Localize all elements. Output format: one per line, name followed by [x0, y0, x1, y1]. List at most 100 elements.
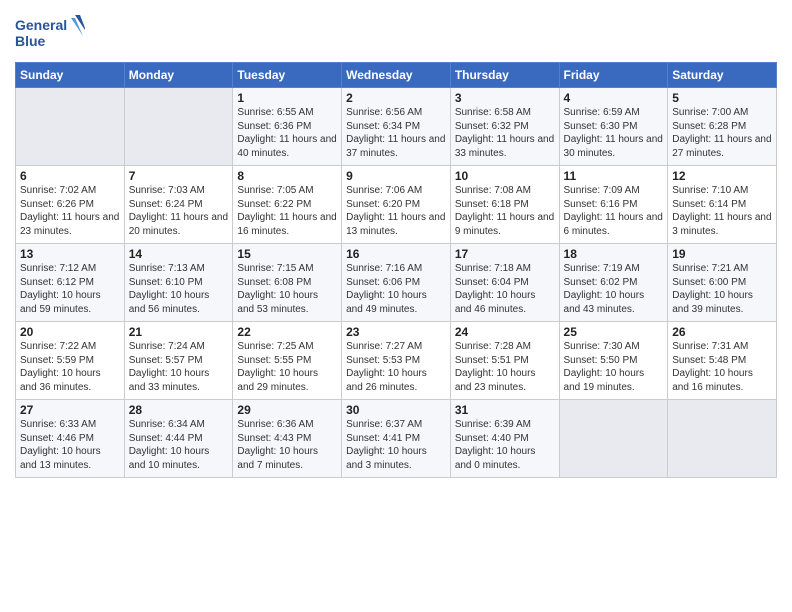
calendar-cell: 14Sunrise: 7:13 AMSunset: 6:10 PMDayligh… [124, 244, 233, 322]
calendar-cell: 24Sunrise: 7:28 AMSunset: 5:51 PMDayligh… [450, 322, 559, 400]
day-info: Sunrise: 6:33 AMSunset: 4:46 PMDaylight:… [20, 418, 120, 472]
day-number: 18 [564, 247, 664, 261]
day-info: Sunrise: 7:12 AMSunset: 6:12 PMDaylight:… [20, 262, 120, 316]
day-info: Sunrise: 7:30 AMSunset: 5:50 PMDaylight:… [564, 340, 664, 394]
calendar-cell: 23Sunrise: 7:27 AMSunset: 5:53 PMDayligh… [342, 322, 451, 400]
day-info: Sunrise: 7:02 AMSunset: 6:26 PMDaylight:… [20, 184, 120, 238]
day-number: 23 [346, 325, 446, 339]
day-info: Sunrise: 7:18 AMSunset: 6:04 PMDaylight:… [455, 262, 555, 316]
calendar-cell: 31Sunrise: 6:39 AMSunset: 4:40 PMDayligh… [450, 400, 559, 478]
day-number: 17 [455, 247, 555, 261]
logo: General Blue [15, 14, 85, 56]
day-number: 8 [237, 169, 337, 183]
logo-svg: General Blue [15, 14, 85, 56]
col-header-saturday: Saturday [668, 63, 777, 88]
calendar-header-row: SundayMondayTuesdayWednesdayThursdayFrid… [16, 63, 777, 88]
calendar-table: SundayMondayTuesdayWednesdayThursdayFrid… [15, 62, 777, 478]
day-number: 7 [129, 169, 229, 183]
day-info: Sunrise: 6:59 AMSunset: 6:30 PMDaylight:… [564, 106, 664, 160]
day-info: Sunrise: 6:56 AMSunset: 6:34 PMDaylight:… [346, 106, 446, 160]
calendar-cell: 29Sunrise: 6:36 AMSunset: 4:43 PMDayligh… [233, 400, 342, 478]
day-info: Sunrise: 7:10 AMSunset: 6:14 PMDaylight:… [672, 184, 772, 238]
day-info: Sunrise: 7:13 AMSunset: 6:10 PMDaylight:… [129, 262, 229, 316]
calendar-cell: 9Sunrise: 7:06 AMSunset: 6:20 PMDaylight… [342, 166, 451, 244]
day-number: 5 [672, 91, 772, 105]
calendar-week-row: 1Sunrise: 6:55 AMSunset: 6:36 PMDaylight… [16, 88, 777, 166]
calendar-cell: 25Sunrise: 7:30 AMSunset: 5:50 PMDayligh… [559, 322, 668, 400]
calendar-cell: 4Sunrise: 6:59 AMSunset: 6:30 PMDaylight… [559, 88, 668, 166]
calendar-cell: 1Sunrise: 6:55 AMSunset: 6:36 PMDaylight… [233, 88, 342, 166]
day-number: 19 [672, 247, 772, 261]
calendar-cell: 11Sunrise: 7:09 AMSunset: 6:16 PMDayligh… [559, 166, 668, 244]
calendar-cell: 6Sunrise: 7:02 AMSunset: 6:26 PMDaylight… [16, 166, 125, 244]
calendar-week-row: 20Sunrise: 7:22 AMSunset: 5:59 PMDayligh… [16, 322, 777, 400]
day-info: Sunrise: 6:36 AMSunset: 4:43 PMDaylight:… [237, 418, 337, 472]
day-info: Sunrise: 6:37 AMSunset: 4:41 PMDaylight:… [346, 418, 446, 472]
col-header-monday: Monday [124, 63, 233, 88]
calendar-cell: 27Sunrise: 6:33 AMSunset: 4:46 PMDayligh… [16, 400, 125, 478]
calendar-cell [16, 88, 125, 166]
day-info: Sunrise: 7:24 AMSunset: 5:57 PMDaylight:… [129, 340, 229, 394]
calendar-cell: 28Sunrise: 6:34 AMSunset: 4:44 PMDayligh… [124, 400, 233, 478]
calendar-cell: 8Sunrise: 7:05 AMSunset: 6:22 PMDaylight… [233, 166, 342, 244]
day-number: 21 [129, 325, 229, 339]
day-number: 9 [346, 169, 446, 183]
day-info: Sunrise: 7:00 AMSunset: 6:28 PMDaylight:… [672, 106, 772, 160]
day-number: 27 [20, 403, 120, 417]
day-number: 12 [672, 169, 772, 183]
day-info: Sunrise: 7:21 AMSunset: 6:00 PMDaylight:… [672, 262, 772, 316]
day-number: 2 [346, 91, 446, 105]
day-info: Sunrise: 7:05 AMSunset: 6:22 PMDaylight:… [237, 184, 337, 238]
day-number: 11 [564, 169, 664, 183]
day-number: 10 [455, 169, 555, 183]
day-number: 4 [564, 91, 664, 105]
calendar-cell: 20Sunrise: 7:22 AMSunset: 5:59 PMDayligh… [16, 322, 125, 400]
day-info: Sunrise: 6:55 AMSunset: 6:36 PMDaylight:… [237, 106, 337, 160]
day-info: Sunrise: 7:09 AMSunset: 6:16 PMDaylight:… [564, 184, 664, 238]
calendar-cell [559, 400, 668, 478]
day-info: Sunrise: 7:16 AMSunset: 6:06 PMDaylight:… [346, 262, 446, 316]
day-info: Sunrise: 7:06 AMSunset: 6:20 PMDaylight:… [346, 184, 446, 238]
svg-text:Blue: Blue [15, 33, 46, 49]
calendar-cell: 30Sunrise: 6:37 AMSunset: 4:41 PMDayligh… [342, 400, 451, 478]
page-container: General Blue SundayMondayTuesdayWednesda… [0, 0, 792, 488]
calendar-cell: 2Sunrise: 6:56 AMSunset: 6:34 PMDaylight… [342, 88, 451, 166]
day-info: Sunrise: 7:27 AMSunset: 5:53 PMDaylight:… [346, 340, 446, 394]
day-info: Sunrise: 7:08 AMSunset: 6:18 PMDaylight:… [455, 184, 555, 238]
day-info: Sunrise: 7:25 AMSunset: 5:55 PMDaylight:… [237, 340, 337, 394]
day-number: 13 [20, 247, 120, 261]
day-number: 22 [237, 325, 337, 339]
calendar-week-row: 27Sunrise: 6:33 AMSunset: 4:46 PMDayligh… [16, 400, 777, 478]
day-info: Sunrise: 7:19 AMSunset: 6:02 PMDaylight:… [564, 262, 664, 316]
calendar-week-row: 6Sunrise: 7:02 AMSunset: 6:26 PMDaylight… [16, 166, 777, 244]
day-number: 14 [129, 247, 229, 261]
day-number: 29 [237, 403, 337, 417]
col-header-tuesday: Tuesday [233, 63, 342, 88]
day-number: 24 [455, 325, 555, 339]
day-info: Sunrise: 7:03 AMSunset: 6:24 PMDaylight:… [129, 184, 229, 238]
day-number: 30 [346, 403, 446, 417]
calendar-cell: 15Sunrise: 7:15 AMSunset: 6:08 PMDayligh… [233, 244, 342, 322]
day-number: 20 [20, 325, 120, 339]
col-header-sunday: Sunday [16, 63, 125, 88]
day-number: 1 [237, 91, 337, 105]
calendar-cell: 7Sunrise: 7:03 AMSunset: 6:24 PMDaylight… [124, 166, 233, 244]
calendar-cell: 16Sunrise: 7:16 AMSunset: 6:06 PMDayligh… [342, 244, 451, 322]
day-info: Sunrise: 6:34 AMSunset: 4:44 PMDaylight:… [129, 418, 229, 472]
col-header-thursday: Thursday [450, 63, 559, 88]
day-info: Sunrise: 6:39 AMSunset: 4:40 PMDaylight:… [455, 418, 555, 472]
day-info: Sunrise: 7:28 AMSunset: 5:51 PMDaylight:… [455, 340, 555, 394]
day-info: Sunrise: 6:58 AMSunset: 6:32 PMDaylight:… [455, 106, 555, 160]
calendar-cell [668, 400, 777, 478]
day-info: Sunrise: 7:31 AMSunset: 5:48 PMDaylight:… [672, 340, 772, 394]
calendar-cell: 18Sunrise: 7:19 AMSunset: 6:02 PMDayligh… [559, 244, 668, 322]
day-number: 25 [564, 325, 664, 339]
calendar-week-row: 13Sunrise: 7:12 AMSunset: 6:12 PMDayligh… [16, 244, 777, 322]
calendar-cell: 19Sunrise: 7:21 AMSunset: 6:00 PMDayligh… [668, 244, 777, 322]
day-number: 31 [455, 403, 555, 417]
day-number: 15 [237, 247, 337, 261]
day-number: 3 [455, 91, 555, 105]
calendar-cell: 26Sunrise: 7:31 AMSunset: 5:48 PMDayligh… [668, 322, 777, 400]
day-number: 16 [346, 247, 446, 261]
calendar-cell: 17Sunrise: 7:18 AMSunset: 6:04 PMDayligh… [450, 244, 559, 322]
